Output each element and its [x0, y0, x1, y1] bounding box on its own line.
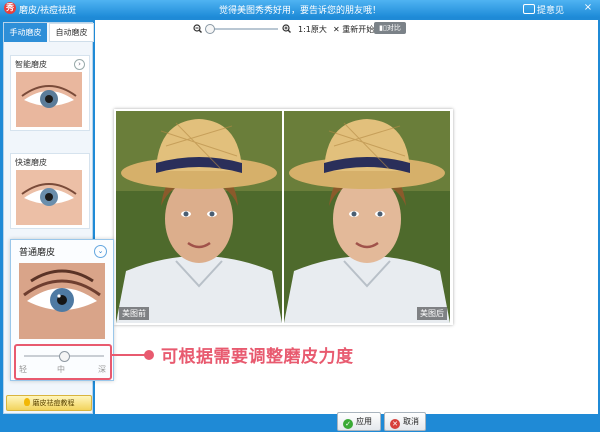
- restart-label: 重新开始: [342, 25, 375, 34]
- normal-smoothing-label: 普通磨皮: [19, 248, 56, 258]
- before-label: 美图前: [119, 307, 149, 320]
- preview-frame: 美图前 美图后: [114, 109, 453, 325]
- zoom-out-icon[interactable]: [193, 24, 202, 33]
- zoom-slider-track[interactable]: [206, 28, 278, 30]
- lightbulb-icon: [23, 398, 30, 406]
- tool-label-smart: 智能磨皮: [15, 60, 47, 69]
- title-message: 觉得美图秀秀好用，要告诉您的朋友哦！: [218, 6, 381, 16]
- compare-icon: ▮▯: [379, 24, 387, 32]
- intensity-medium-label: 中: [57, 365, 65, 374]
- intensity-slider-knob[interactable]: [59, 351, 70, 362]
- intensity-deep-label: 深: [98, 365, 106, 374]
- chevron-right-icon[interactable]: ›: [74, 59, 85, 70]
- cancel-label: 取消: [403, 417, 419, 426]
- zoom-slider-knob[interactable]: [205, 24, 216, 34]
- apply-label: 应用: [356, 417, 372, 426]
- before-photo: 美图前: [116, 111, 282, 323]
- apply-button[interactable]: ✓ 应用: [337, 412, 381, 431]
- eye-thumbnail-fast: [16, 170, 82, 225]
- eye-thumbnail-normal: [19, 263, 105, 339]
- intensity-light-label: 轻: [19, 365, 27, 374]
- normal-smoothing-panel: 普通磨皮 ⌄ 轻 中 深: [10, 239, 114, 381]
- tool-card-smart[interactable]: 智能磨皮 ›: [10, 55, 90, 131]
- after-photo: 美图后: [284, 111, 450, 323]
- cancel-button[interactable]: ✕ 取消: [384, 412, 426, 431]
- tab-auto[interactable]: 自动磨皮: [49, 23, 94, 42]
- tutorial-button[interactable]: 磨皮祛痘教程: [6, 395, 92, 411]
- zoom-in-icon[interactable]: [282, 24, 291, 33]
- cancel-icon: ✕: [390, 419, 400, 429]
- tool-card-fast[interactable]: 快速磨皮: [10, 153, 90, 229]
- compare-label: 对比: [386, 24, 401, 32]
- intensity-slider-box: 轻 中 深: [14, 344, 112, 380]
- actual-size-button[interactable]: 1:1原大: [298, 24, 327, 35]
- portrait-image-after: [284, 111, 450, 323]
- callout-dot: [144, 350, 154, 360]
- after-label: 美图后: [417, 307, 447, 320]
- checkmark-icon: ✓: [343, 419, 353, 429]
- callout-connector: [110, 354, 146, 356]
- tab-bar: 手动磨皮 自动磨皮: [4, 23, 94, 42]
- portrait-image-before: [116, 111, 282, 323]
- title-bar: 秀 磨皮/祛痘祛斑 觉得美图秀秀好用，要告诉您的朋友哦！ 提意见 ×: [0, 0, 600, 17]
- chevron-down-icon[interactable]: ⌄: [94, 245, 107, 258]
- callout-text: 可根据需要调整磨皮力度: [161, 347, 354, 367]
- tool-label-fast: 快速磨皮: [15, 158, 47, 167]
- tutorial-label: 磨皮祛痘教程: [32, 399, 75, 407]
- restart-button[interactable]: ✕ 重新开始: [333, 24, 374, 35]
- eye-thumbnail-smart: [16, 72, 82, 127]
- feedback-button[interactable]: 提意见: [523, 3, 564, 16]
- close-icon: ✕: [333, 25, 340, 34]
- feedback-label: 提意见: [537, 6, 565, 16]
- compare-button[interactable]: ▮▯对比: [374, 22, 406, 34]
- close-button[interactable]: ×: [581, 2, 595, 14]
- tab-manual[interactable]: 手动磨皮: [4, 23, 47, 42]
- chat-icon: [523, 4, 535, 14]
